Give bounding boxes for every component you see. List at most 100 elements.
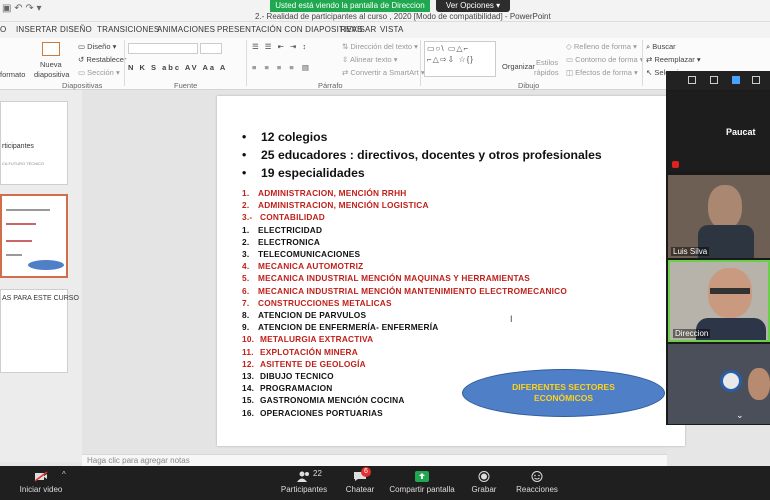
expand-icon[interactable]: [752, 76, 760, 84]
new-slide-button-2[interactable]: diapositiva: [34, 70, 69, 79]
specialty-item: 2. ELECTRONICA: [242, 237, 320, 247]
alignment-buttons[interactable]: ≡ ≡ ≡ ≡ ▤: [252, 63, 312, 72]
specialty-text: CONTABILIDAD: [260, 212, 325, 223]
font-size-field[interactable]: [200, 43, 222, 54]
thumbnail-line: [6, 240, 32, 242]
tab-animations[interactable]: ANIMACIONES: [157, 25, 215, 34]
chat-badge: 6: [361, 467, 371, 477]
specialty-text: ELECTRICIDAD: [258, 224, 323, 235]
specialty-text: MECANICA INDUSTRIAL MENCIÓN MANTENIMIENT…: [258, 285, 568, 296]
bullet-char: •: [242, 130, 247, 144]
shapes-gallery[interactable]: ▭○\ ▭△⌐ ⌐△⇨⇩ ☆{}: [424, 41, 496, 77]
replace-button[interactable]: ⇄ Reemplazar ▾: [646, 55, 701, 64]
text-direction-button[interactable]: ⇅ Dirección del texto ▾: [342, 42, 418, 51]
shape-effects-button[interactable]: ◫ Efectos de forma ▾: [566, 68, 638, 77]
specialty-text: ADMINISTRACION, MENCIÓN LOGISTICA: [258, 200, 429, 211]
replace-label: Reemplazar: [654, 55, 695, 64]
start-video-label: Iniciar video: [19, 485, 63, 494]
gallery-view-icon[interactable]: [688, 76, 696, 84]
reactions-icon: [531, 471, 543, 482]
shape-effects-label: Efectos de forma: [575, 68, 632, 77]
layout-button[interactable]: ▭ Diseño ▾: [78, 42, 116, 51]
font-format-buttons[interactable]: N K S abc AV Aa A: [128, 63, 227, 72]
font-name-field[interactable]: [128, 43, 198, 54]
mic-muted-icon: [672, 161, 679, 168]
participant-tile[interactable]: Paucat: [668, 91, 770, 171]
headline-text: 12 colegios: [261, 130, 328, 144]
find-button[interactable]: ⌕ Buscar: [646, 42, 676, 52]
chevron-down-icon[interactable]: ⌄: [736, 410, 744, 421]
headline-text: 25 educadores : directivos, docentes y o…: [261, 148, 602, 162]
ribbon-tabs: O INSERTAR DISEÑO TRANSICIONES ANIMACION…: [0, 22, 770, 38]
specialty-item: 15. GASTRONOMIA MENCIÓN COCINA: [242, 395, 405, 405]
sectors-callout[interactable]: DIFERENTES SECTORES ECONÓMICOS: [462, 369, 665, 417]
specialty-item: 8. ATENCION DE PARVULOS: [242, 310, 366, 320]
new-slide-icon[interactable]: [42, 42, 60, 56]
slide-thumbnail-selected[interactable]: [0, 194, 68, 278]
specialty-text: PROGRAMACION: [260, 383, 333, 394]
specialty-text: DIBUJO TECNICO: [260, 371, 334, 381]
chevron-up-icon[interactable]: ^: [62, 470, 66, 479]
share-screen-button[interactable]: Compartir pantalla: [388, 466, 456, 500]
specialty-text: METALURGIA EXTRACTIVA: [260, 334, 374, 345]
bullet-char: •: [242, 166, 247, 180]
participants-count: 22: [313, 469, 322, 478]
thumbnail-line: [6, 209, 50, 211]
slide-thumbnail[interactable]: AS PARA ESTE CURSO: [0, 289, 79, 373]
participants-button[interactable]: Participantes: [278, 466, 330, 500]
tab-review[interactable]: REVISAR: [340, 25, 377, 34]
window-title: 2.- Realidad de participantes al curso ,…: [255, 12, 551, 21]
view-options-button[interactable]: Ver Opciones ▾: [436, 0, 510, 12]
reactions-label: Reacciones: [516, 485, 558, 494]
record-icon: [478, 471, 490, 482]
specialty-number: 14.: [242, 383, 255, 394]
new-slide-button[interactable]: Nueva: [40, 60, 62, 69]
tab-design[interactable]: DISEÑO: [60, 25, 92, 34]
tab-view[interactable]: VISTA: [380, 25, 404, 34]
notes-pane[interactable]: Haga clic para agregar notas: [82, 454, 667, 466]
specialty-text: ASITENTE DE GEOLOGÍA: [260, 358, 366, 369]
reactions-button[interactable]: Reacciones: [514, 466, 560, 500]
record-label: Grabar: [471, 485, 497, 494]
text-direction-label: Dirección del texto: [350, 42, 413, 51]
specialty-item: 7. CONSTRUCCIONES METALICAS: [242, 298, 392, 308]
shape-outline-button[interactable]: ▭ Contorno de forma ▾: [566, 55, 644, 64]
glasses-icon: [710, 288, 750, 294]
organize-button[interactable]: Organizar: [502, 62, 535, 71]
quick-access-toolbar[interactable]: ▣ ↶ ↷ ▾: [2, 3, 42, 14]
record-button[interactable]: Grabar: [466, 466, 502, 500]
specialty-item: 11. EXPLOTACIÓN MINERA: [242, 347, 358, 357]
layout-label: Diseño: [87, 42, 111, 51]
specialty-number: 13.: [242, 371, 255, 381]
ribbon-separator: [124, 40, 125, 86]
notes-placeholder: Haga clic para agregar notas: [87, 456, 190, 465]
align-text-button[interactable]: ⇳ Alinear texto ▾: [342, 55, 398, 64]
tab-insert[interactable]: INSERTAR: [16, 25, 57, 34]
start-video-button[interactable]: Iniciar video: [16, 466, 66, 500]
format-painter-label[interactable]: formato: [0, 70, 25, 79]
specialty-item: 9. ATENCION DE ENFERMERÍA- ENFERMERÍA: [242, 322, 438, 332]
current-slide[interactable]: • 12 colegios • 25 educadores : directivos…: [217, 96, 685, 446]
specialty-number: 1.: [242, 224, 250, 235]
quick-styles-button-2[interactable]: rápidos: [534, 68, 559, 77]
reset-button[interactable]: ↺ Restablecer: [78, 55, 126, 64]
section-button[interactable]: ▭ Sección ▾: [78, 68, 120, 77]
layout-icon[interactable]: [732, 76, 740, 84]
tab-transitions[interactable]: TRANSICIONES: [97, 25, 159, 34]
slide-thumbnail[interactable]: rticipantes CA FUTURO TÉCNICO: [0, 101, 68, 185]
participant-tile-active-speaker[interactable]: Direccion: [668, 260, 770, 342]
convert-smartart-button[interactable]: ⇄ Convertir a SmartArt ▾: [342, 68, 425, 77]
quick-styles-button[interactable]: Estilos: [536, 58, 558, 67]
specialty-text: EXPLOTACIÓN MINERA: [260, 346, 358, 357]
paragraph-buttons[interactable]: ☰ ☰ ⇤ ⇥ ↕: [252, 42, 308, 51]
participant-tile[interactable]: ⌄: [668, 344, 770, 424]
group-drawing-label: Dibujo: [518, 81, 540, 90]
shape-fill-button[interactable]: ◇ Relleno de forma ▾: [566, 42, 637, 51]
zoom-toolbar: Iniciar video ^ Participantes 22 Chatear…: [0, 466, 770, 500]
specialty-number: 3.-: [242, 212, 253, 223]
tab-home[interactable]: O: [0, 25, 6, 34]
participant-tile[interactable]: Luis Silva: [668, 175, 770, 258]
shape-outline-label: Contorno de forma: [575, 55, 638, 64]
speaker-view-icon[interactable]: [710, 76, 718, 84]
chat-button[interactable]: Chatear: [340, 466, 380, 500]
